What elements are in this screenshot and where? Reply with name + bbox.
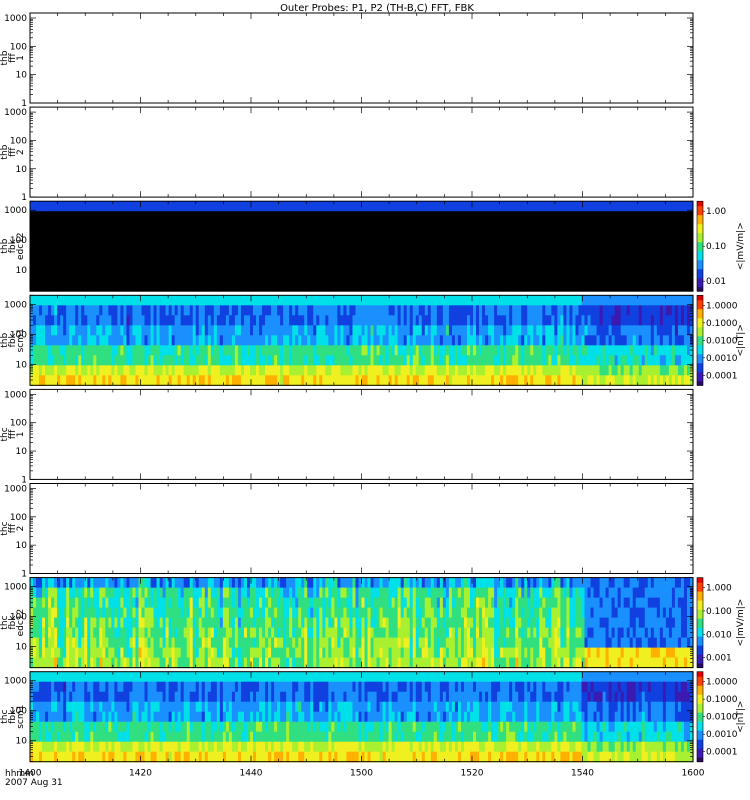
colorbar-tick-label: 0.001: [706, 654, 732, 664]
y-tick-label: 10: [16, 643, 28, 653]
panel-ylabel-line: scm1: [16, 328, 26, 352]
panel-p8: 100010010thcfbkscm11.00000.10000.01000.0…: [0, 671, 746, 763]
y-tick-label: 1: [21, 570, 27, 580]
colorbar-tick-label: 0.100: [706, 607, 732, 617]
panel-p2: 1000100101thbfff2: [0, 106, 694, 203]
y-tick-label: 10: [16, 447, 28, 457]
panels-group: 1000100101thbfff11000100101thbfff2100010…: [0, 12, 746, 763]
spectrogram-cells: [30, 201, 693, 292]
colorbar: 1.0000 0.1000 0.0100 0.0010 0.0001 <|nT|>: [696, 294, 746, 386]
colorbar-label: <|mV/m|>: [736, 599, 746, 647]
colorbar-tick-label: 0.0100: [706, 336, 738, 346]
panel-ylabel-line: 2: [16, 149, 26, 155]
panel-frame: [29, 12, 694, 104]
colorbar: 1.000 0.100 0.010 0.001 <|mV/m|>: [696, 577, 746, 669]
colorbar-tick-label: 0.010: [706, 630, 732, 640]
y-tick-label: 10: [16, 266, 28, 276]
colorbar-label: <|nT|>: [736, 324, 746, 356]
spectrogram-cells: [30, 577, 694, 669]
colorbar-label: <|mV/m|>: [736, 222, 746, 270]
colorbar-tick-label: 0.1000: [706, 319, 738, 329]
spectrogram-figure: Outer Probes: P1, P2 (TH-B,C) FFT, FBK 1…: [0, 3, 746, 788]
colorbar-tick-label: 1.0000: [706, 301, 738, 311]
panel-frame: [29, 106, 694, 198]
panel-ylabel-line: edc12: [16, 609, 26, 637]
panel-frame: [29, 483, 694, 574]
panel-ylabel-line: 2: [16, 526, 26, 532]
panel-ylabel-line: 1: [16, 55, 26, 61]
y-tick-label: 1000: [4, 14, 27, 24]
colorbar-tick-label: 0.0001: [706, 371, 738, 381]
spectrogram-cells: [30, 295, 694, 386]
panel-ylabel-line: 1: [16, 432, 26, 438]
y-tick-label: 10: [16, 71, 28, 81]
y-tick-label: 1000: [4, 390, 27, 400]
colorbar-tick-label: 0.01: [706, 277, 726, 287]
spectrogram-background: [30, 201, 693, 292]
y-tick-label: 1000: [4, 484, 27, 494]
y-tick-label: 1000: [4, 300, 27, 310]
y-tick-label: 10: [16, 541, 28, 551]
y-tick-label: 100: [10, 513, 27, 523]
y-tick-label: 100: [10, 136, 27, 146]
colorbar-tick-label: 1.00: [706, 207, 726, 217]
y-tick-label: 1000: [4, 108, 27, 118]
colorbar-tick-label: 1.000: [706, 584, 732, 594]
figure-title: Outer Probes: P1, P2 (TH-B,C) FFT, FBK: [280, 3, 474, 14]
y-tick-label: 100: [10, 42, 27, 52]
panel-p4: 100010010thbfbkscm11.00000.10000.01000.0…: [0, 294, 746, 386]
panel-p7: 100010010thcfbkedc121.0000.1000.0100.001…: [0, 577, 746, 669]
y-tick-label: 1000: [4, 583, 27, 593]
colorbar-tick-label: 0.10: [706, 242, 726, 252]
y-tick-label: 1000: [4, 206, 27, 216]
colorbar-tick-label: 0.0010: [706, 354, 738, 364]
colorbar-swatch: [697, 201, 703, 204]
panel-p6: 1000100101thcfff2: [0, 483, 694, 580]
panel-p5: 1000100101thcfff1: [0, 388, 694, 485]
y-tick-label: 10: [16, 165, 28, 175]
panel-p3: 100010010thbfbkedc121.000.100.01<|mV/m|>: [0, 200, 746, 292]
panel-frame: [29, 388, 694, 480]
y-tick-label: 100: [10, 419, 27, 429]
spectrogram-cells: [30, 671, 694, 763]
panel-p1: 1000100101thbfff1: [0, 12, 694, 109]
panel-ylabel-line: edc12: [16, 232, 26, 260]
colorbar: 1.00 0.10 0.01 <|mV/m|>: [696, 200, 746, 292]
y-tick-label: 1: [21, 193, 27, 203]
y-tick-label: 10: [16, 360, 28, 370]
